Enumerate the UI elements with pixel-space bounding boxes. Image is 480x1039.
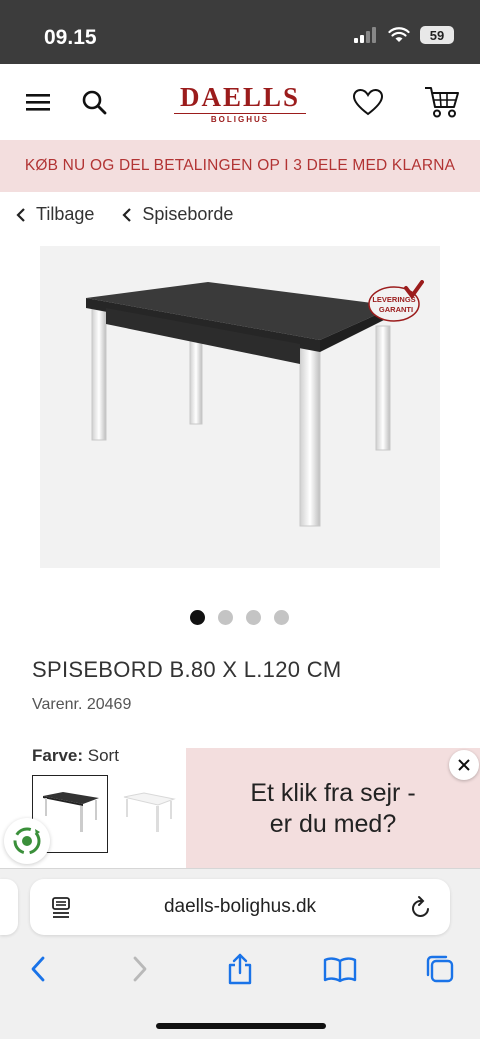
popup-line1: Et klik fra sejr - — [250, 779, 416, 807]
product-title: SPISEBORD B.80 X L.120 CM — [32, 657, 342, 682]
badge-line1: LEVERINGS — [372, 295, 415, 304]
menu-icon — [26, 94, 50, 111]
logo-sub-text: BOLIGHUS — [174, 113, 306, 124]
white-table-thumbnail — [123, 792, 176, 832]
carousel-dot[interactable] — [246, 610, 261, 625]
recycle-icon — [13, 827, 41, 855]
product-image[interactable]: LEVERINGS GARANTI — [40, 246, 440, 568]
url-text: daells-bolighus.dk — [163, 896, 317, 917]
status-icons: 59 — [354, 26, 454, 44]
recycling-widget-button[interactable] — [4, 818, 50, 864]
carousel-dot[interactable] — [274, 610, 289, 625]
reload-icon[interactable] — [410, 895, 432, 919]
back-icon — [31, 956, 45, 982]
color-selector-label: Farve: Sort — [32, 746, 119, 766]
daells-logo[interactable]: DAELLS BOLIGHUS — [168, 84, 312, 124]
tabs-button[interactable] — [420, 949, 460, 989]
home-indicator — [156, 1023, 326, 1029]
forward-icon — [133, 956, 147, 982]
safari-bottom-bar: daells-bolighus.dk — [0, 868, 480, 1039]
bookmarks-button[interactable] — [320, 949, 360, 989]
breadcrumb-back[interactable]: Tilbage — [16, 204, 94, 225]
status-bar: 09.15 59 — [0, 0, 480, 64]
battery-indicator: 59 — [420, 26, 454, 44]
popup-line2: er du med? — [269, 810, 397, 838]
forward-button[interactable] — [120, 949, 160, 989]
popup-close-button[interactable] — [449, 750, 479, 780]
delivery-guarantee-badge: LEVERINGS GARANTI — [368, 280, 424, 324]
carousel-dot[interactable] — [218, 610, 233, 625]
klarna-popup[interactable]: Et klik fra sejr - er du med? — [186, 748, 480, 868]
menu-button[interactable] — [20, 84, 56, 120]
status-time: 09.15 — [44, 26, 97, 49]
image-carousel-dots — [190, 610, 289, 625]
guarantee-stamp-icon: LEVERINGS GARANTI — [368, 280, 424, 322]
logo-main-text: DAELLS — [179, 82, 301, 112]
search-icon — [82, 90, 107, 115]
address-bar[interactable]: daells-bolighus.dk — [30, 879, 450, 935]
share-button[interactable] — [220, 949, 260, 989]
bookmarks-icon — [323, 957, 357, 983]
klarna-promo-banner[interactable]: KØB NU OG DEL BETALINGEN OP I 3 DELE MED… — [0, 140, 480, 192]
breadcrumb-category[interactable]: Spiseborde — [122, 204, 233, 225]
chevron-left-icon — [122, 207, 132, 222]
carousel-dot[interactable] — [190, 610, 205, 625]
cart-icon — [425, 87, 459, 118]
search-button[interactable] — [76, 84, 112, 120]
wishlist-button[interactable] — [350, 84, 386, 120]
back-button[interactable] — [18, 949, 58, 989]
share-icon — [228, 953, 252, 985]
browser-toolbar — [0, 949, 480, 989]
signal-icon — [354, 27, 376, 43]
site-header: DAELLS BOLIGHUS — [0, 64, 480, 140]
previous-tab-stub[interactable] — [0, 879, 18, 935]
tabs-icon — [426, 955, 454, 983]
popup-text: Et klik fra sejr - er du med? — [186, 778, 480, 840]
close-icon — [458, 759, 470, 771]
color-value: Sort — [87, 746, 119, 765]
wifi-icon — [388, 27, 410, 42]
badge-line2: GARANTI — [379, 305, 413, 314]
product-sku: Varenr. 20469 — [32, 696, 132, 713]
breadcrumb-back-label: Tilbage — [36, 204, 95, 224]
color-label: Farve: — [32, 746, 84, 765]
cart-button[interactable] — [422, 84, 462, 120]
heart-icon — [352, 88, 384, 116]
color-swatch-white[interactable] — [114, 775, 190, 853]
breadcrumb: Tilbage Spiseborde — [16, 204, 233, 225]
chevron-left-icon — [16, 207, 25, 222]
breadcrumb-category-label: Spiseborde — [142, 204, 234, 224]
